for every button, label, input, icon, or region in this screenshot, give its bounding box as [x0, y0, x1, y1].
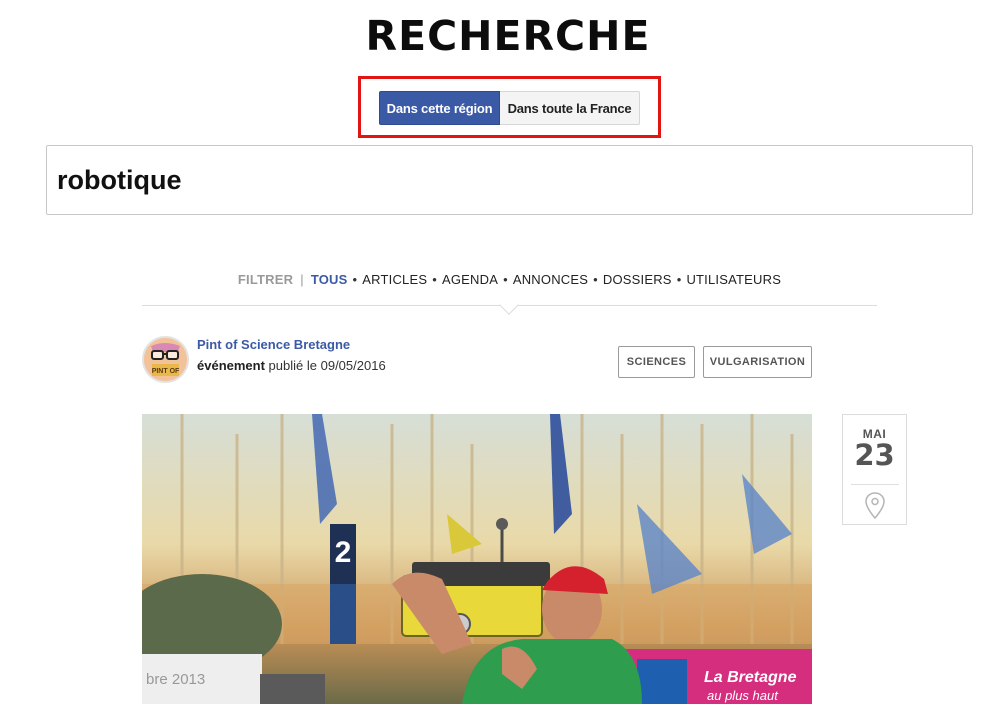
- filter-bar: FILTRER | TOUS • ARTICLES • AGENDA • ANNONCES • DO…: [142, 271, 877, 287]
- scope-region-button[interactable]: Dans cette région: [379, 91, 500, 125]
- search-box: [46, 145, 973, 215]
- tag-vulgarisation[interactable]: VULGARISATION: [703, 346, 812, 378]
- tag-sciences[interactable]: SCIENCES: [618, 346, 695, 378]
- filter-label: FILTRER: [237, 272, 294, 288]
- filter-dossiers[interactable]: DOSSIERS: [603, 272, 672, 287]
- filter-notch: [499, 295, 519, 315]
- page-title: RECHERCHE: [365, 12, 651, 60]
- filter-agenda[interactable]: AGENDA: [442, 272, 498, 287]
- filter-separator: |: [300, 272, 304, 288]
- post-type: événement: [197, 358, 265, 373]
- filter-dot: •: [593, 272, 598, 288]
- photo-caption-text: bre 2013: [146, 671, 205, 688]
- published-date: 09/05/2016: [320, 358, 386, 373]
- filter-dot: •: [352, 272, 358, 288]
- filter-dot: •: [676, 272, 682, 288]
- avatar[interactable]: PINT OF: [142, 336, 189, 383]
- filter-dot: •: [432, 272, 437, 288]
- photo-banner-text: La Bretagne: [704, 669, 797, 686]
- date-divider: [851, 484, 899, 485]
- author-link[interactable]: Pint of Science Bretagne: [197, 337, 350, 352]
- photo-sign-text: 2: [335, 536, 352, 569]
- event-photo[interactable]: 2 La Bretagne au plus haut bre 2013: [142, 414, 812, 704]
- map-pin-icon[interactable]: [865, 492, 885, 520]
- event-day: 23: [854, 438, 895, 472]
- avatar-text: PINT OF: [152, 368, 180, 375]
- avatar-image: PINT OF: [144, 338, 187, 381]
- filter-articles[interactable]: ARTICLES: [362, 272, 427, 287]
- search-input[interactable]: [57, 156, 957, 204]
- filter-tous[interactable]: TOUS: [311, 272, 348, 287]
- filter-annonces[interactable]: ANNONCES: [513, 272, 588, 287]
- published-prefix: publié le: [268, 358, 317, 373]
- scope-france-button[interactable]: Dans toute la France: [500, 91, 640, 125]
- post-meta: événement publié le 09/05/2016: [197, 358, 386, 373]
- scope-toggle: Dans cette région Dans toute la France: [379, 91, 640, 125]
- event-photo-image: 2 La Bretagne au plus haut bre 2013: [142, 414, 812, 704]
- filter-dot: •: [503, 272, 508, 288]
- photo-banner-sub: au plus haut: [707, 688, 779, 703]
- event-date-box[interactable]: MAI 23: [842, 414, 907, 525]
- filter-utilisateurs[interactable]: UTILISATEURS: [686, 272, 781, 287]
